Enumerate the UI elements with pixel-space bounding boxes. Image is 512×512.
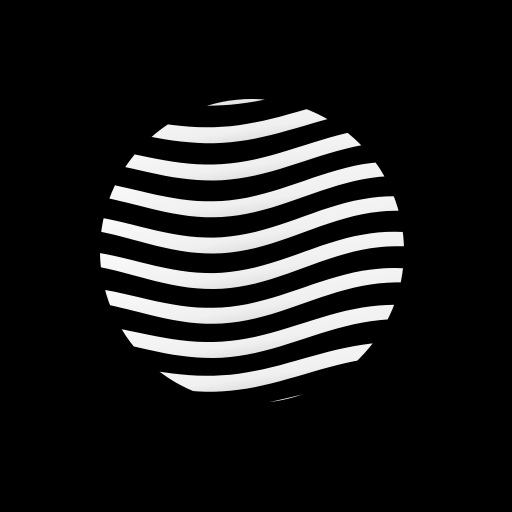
- wave-sphere-logo-icon: [0, 0, 512, 512]
- app-icon-canvas: [0, 0, 512, 512]
- background: [0, 0, 512, 512]
